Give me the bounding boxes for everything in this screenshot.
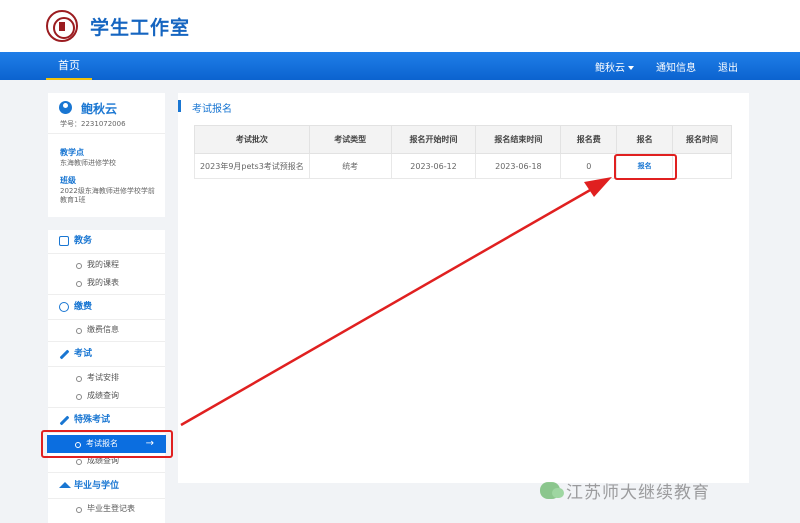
divider: [48, 407, 165, 408]
column-header: 报名结束时间: [475, 125, 562, 154]
column-header: 报名开始时间: [390, 125, 477, 154]
main-content: 考试报名 考试批次 考试类型 报名开始时间 报名结束时间 报名费 报名 报名时间…: [178, 93, 749, 483]
menu-group-label: 考试: [74, 349, 93, 359]
highlight-box-register: [614, 154, 677, 180]
sidebar-item-score-query[interactable]: 成绩查询: [48, 387, 165, 405]
class-label: 班级: [60, 176, 76, 185]
site-value: 东海教师进修学校: [60, 159, 116, 167]
nav-right: 鲍秋云 通知信息 退出: [595, 52, 738, 80]
cell-time: [672, 153, 732, 179]
menu-group-graduation[interactable]: 毕业与学位: [48, 475, 165, 497]
cell-start: 2023-06-12: [390, 153, 477, 179]
user-info-card: 鲍秋云 学号：2231072006 教学点 东海教师进修学校 班级 2022级东…: [48, 93, 165, 217]
column-header: 报名时间: [672, 125, 732, 154]
table-header-row: 考试批次 考试类型 报名开始时间 报名结束时间 报名费 报名 报名时间: [194, 125, 732, 154]
cell-end: 2023-06-18: [475, 153, 562, 179]
cell-type: 统考: [308, 153, 392, 179]
menu-group-label: 缴费: [74, 302, 93, 312]
menu-group-special-exam[interactable]: 特殊考试: [48, 409, 165, 431]
user-name: 鲍秋云: [81, 102, 118, 116]
sidebar-item-my-courses[interactable]: 我的课程: [48, 256, 165, 274]
column-header: 考试类型: [308, 125, 392, 154]
watermark-text: 江苏师大继续教育: [566, 483, 710, 503]
sidebar-menu: 教务 我的课程 我的课表 缴费 缴费信息 考试 考试安排 成绩查询 特殊考试 成…: [48, 230, 165, 523]
nav-logout[interactable]: 退出: [718, 59, 738, 74]
user-menu-label: 鲍秋云: [595, 62, 625, 74]
divider: [48, 253, 165, 254]
pencil-icon: [59, 349, 70, 360]
sidebar-item-exam-schedule[interactable]: 考试安排: [48, 369, 165, 387]
site-title: 学生工作室: [90, 17, 191, 39]
divider: [48, 366, 165, 367]
highlight-box-menu: [41, 430, 173, 458]
title-accent: [178, 100, 181, 112]
divider: [48, 472, 165, 473]
divider: [48, 294, 165, 295]
menu-group-label: 教务: [74, 236, 93, 246]
divider: [48, 319, 165, 320]
divider: [48, 341, 165, 342]
column-header: 考试批次: [194, 125, 310, 154]
sidebar-item-fee-info[interactable]: 缴费信息: [48, 321, 165, 339]
menu-group-exam[interactable]: 考试: [48, 343, 165, 365]
main-navbar: 首页 鲍秋云 通知信息 退出: [0, 52, 800, 80]
divider: [48, 133, 165, 134]
sidebar-item-graduate-form[interactable]: 毕业生登记表: [48, 500, 165, 518]
sidebar-item-my-schedule[interactable]: 我的课表: [48, 274, 165, 292]
university-logo-icon: [46, 10, 78, 42]
user-menu[interactable]: 鲍秋云: [595, 59, 634, 74]
column-header: 报名费: [560, 125, 618, 154]
menu-group-academic[interactable]: 教务: [48, 230, 165, 252]
pencil-icon: [59, 415, 70, 426]
menu-group-fees[interactable]: 缴费: [48, 296, 165, 318]
cell-batch: 2023年9月pets3考试预报名: [194, 153, 310, 179]
menu-group-label: 毕业与学位: [74, 481, 120, 491]
graduation-cap-icon: [59, 482, 71, 488]
cell-fee: 0: [560, 153, 618, 179]
menu-group-label: 特殊考试: [74, 415, 111, 425]
book-icon: [59, 236, 69, 246]
site-label: 教学点: [60, 148, 84, 157]
user-icon: [59, 101, 72, 114]
page-title: 考试报名: [192, 104, 232, 115]
divider: [48, 498, 165, 499]
chevron-down-icon: [628, 65, 634, 70]
nav-notice[interactable]: 通知信息: [656, 59, 696, 74]
watermark: 江苏师大继续教育: [540, 478, 710, 503]
column-header: 报名: [616, 125, 674, 154]
student-id: 学号：2231072006: [60, 120, 126, 128]
class-value: 2022级东海教师进修学校学前教育1班: [60, 187, 155, 204]
top-header: 学生工作室: [0, 0, 800, 52]
yuan-icon: [59, 302, 69, 312]
wechat-icon: [540, 482, 564, 499]
nav-home[interactable]: 首页: [46, 52, 92, 80]
